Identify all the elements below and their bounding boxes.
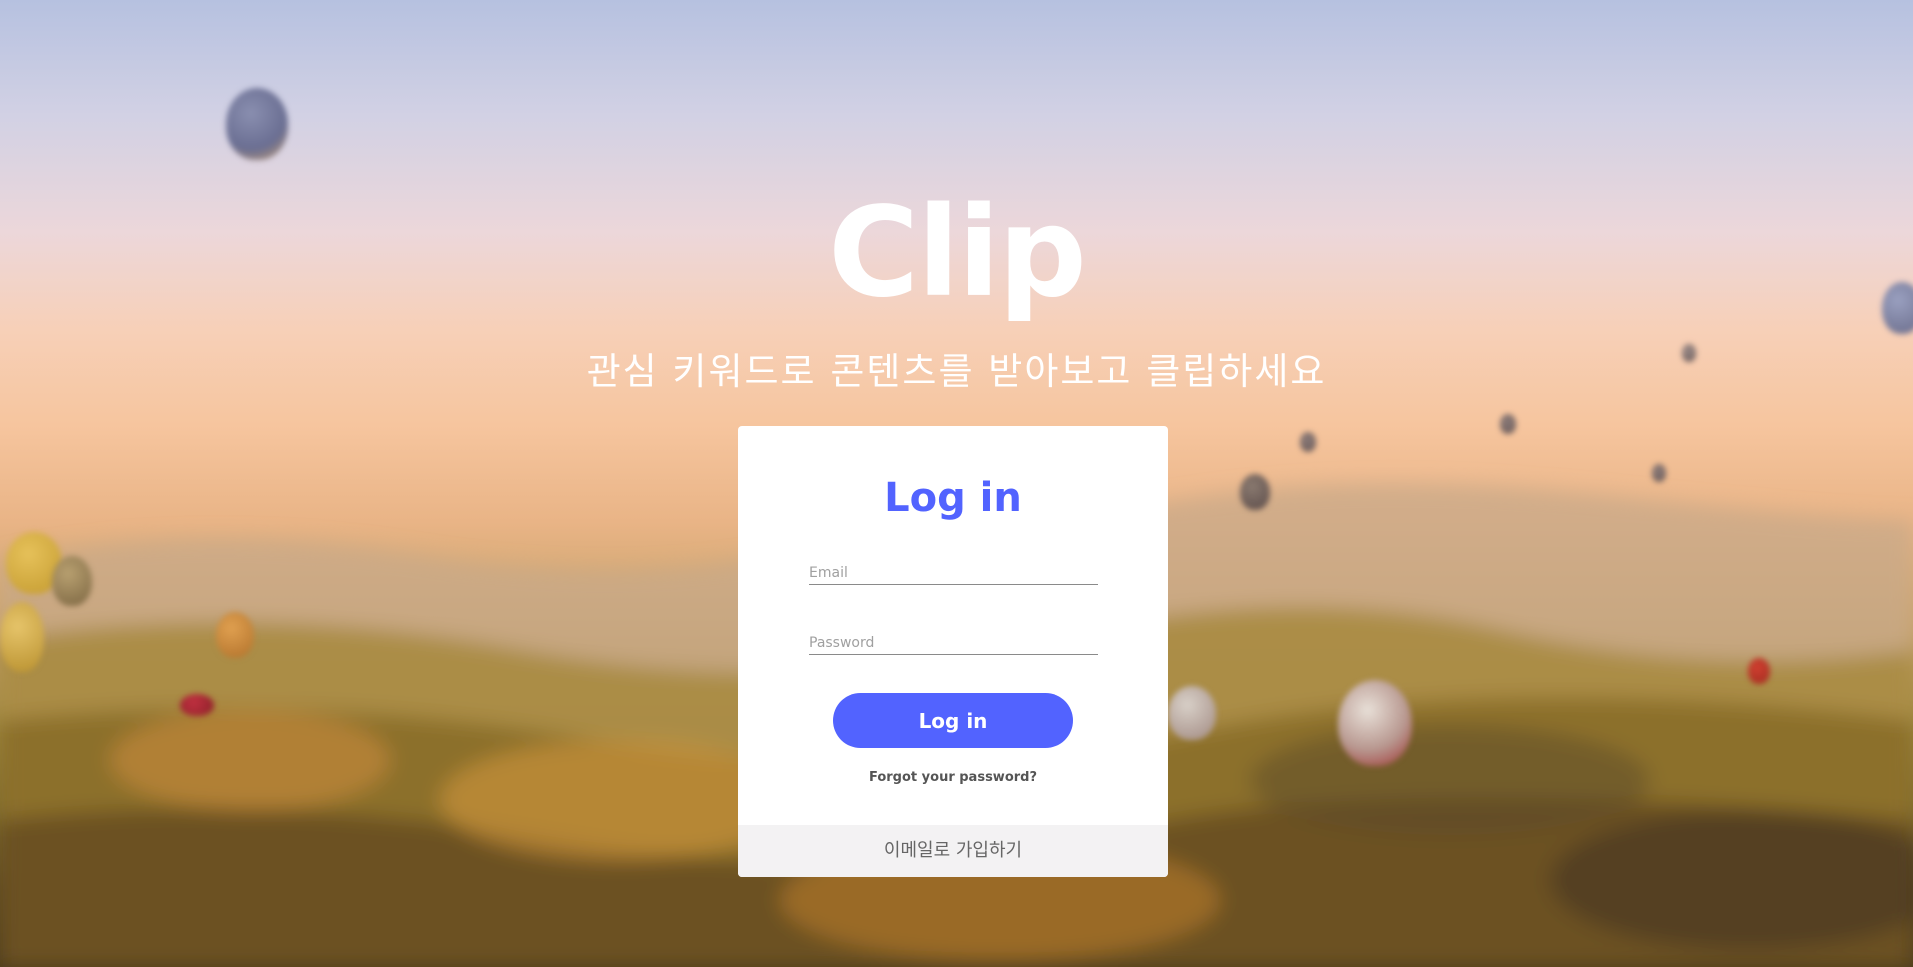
balloon-decoration: [0, 602, 44, 672]
balloon-decoration: [1338, 680, 1412, 766]
login-button[interactable]: Log in: [833, 693, 1073, 748]
app-tagline: 관심 키워드로 콘텐츠를 받아보고 클립하세요: [586, 350, 1327, 393]
balloon-decoration: [1748, 658, 1770, 684]
login-heading: Log in: [884, 475, 1022, 521]
balloon-decoration: [216, 612, 254, 658]
balloon-decoration: [52, 556, 92, 606]
balloon-decoration: [1500, 414, 1516, 434]
email-input[interactable]: [809, 562, 1098, 585]
balloon-decoration: [180, 694, 214, 716]
balloon-decoration: [1300, 432, 1316, 452]
balloon-decoration: [1652, 464, 1666, 482]
balloon-decoration: [1168, 686, 1216, 740]
forgot-password-link[interactable]: Forgot your password?: [738, 769, 1168, 787]
app-title: Clip: [828, 181, 1087, 325]
password-input[interactable]: [809, 632, 1098, 655]
balloon-decoration: [226, 88, 288, 160]
login-card: Log in Log in Forgot your password? 이메일로…: [738, 426, 1168, 877]
email-signup-button[interactable]: 이메일로 가입하기: [738, 825, 1168, 877]
balloon-decoration: [1240, 474, 1270, 510]
